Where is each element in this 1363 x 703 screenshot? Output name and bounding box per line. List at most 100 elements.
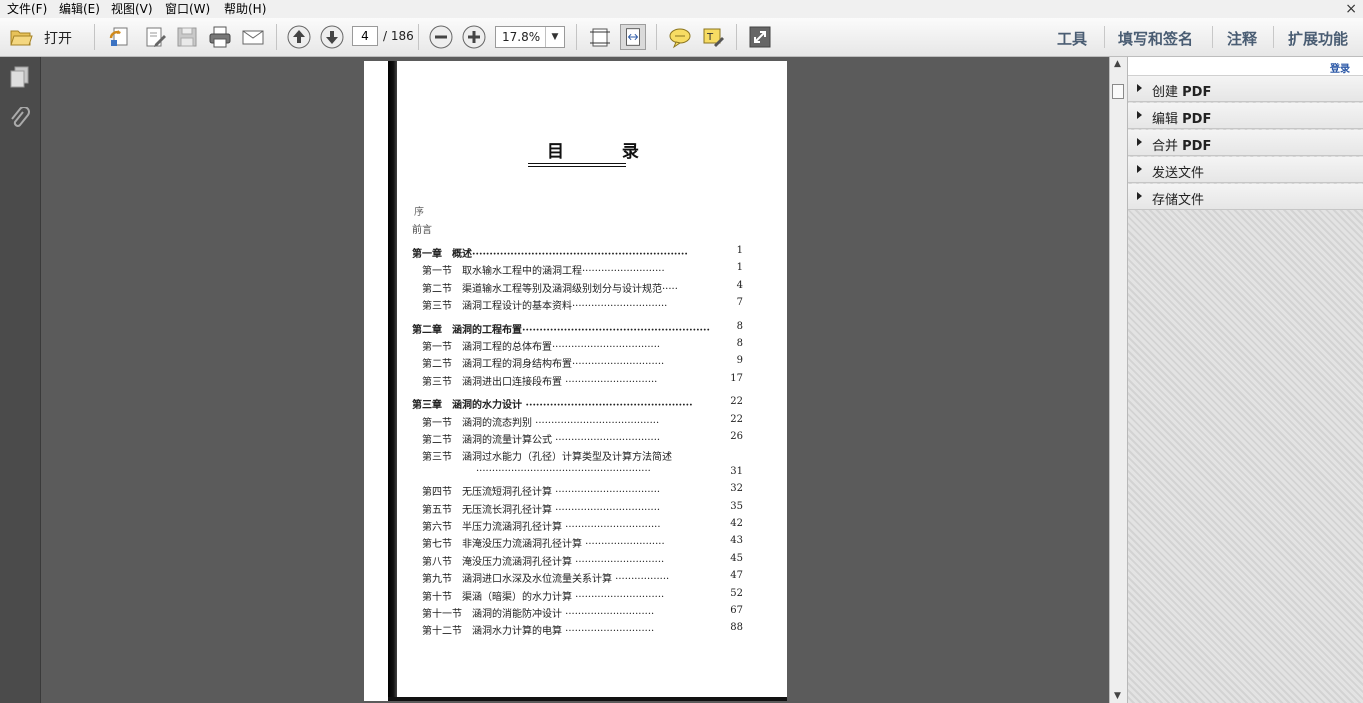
toolbar: 打开 4 / 186 17.8% ▼ T 工具 填写和签名 注释 扩展功能	[0, 18, 1363, 57]
create-pdf-icon[interactable]	[107, 24, 133, 50]
previous-page-icon[interactable]	[286, 24, 312, 50]
open-button-label[interactable]: 打开	[44, 28, 72, 48]
create-pdf-item[interactable]: 创建 PDF	[1128, 76, 1363, 102]
toc-section: 第五节 无压流长洞孔径计算 ··························…	[422, 504, 661, 516]
toc-section: ········································…	[476, 465, 651, 477]
toc-section: 第一节 涵洞工程的总体布置···························…	[422, 342, 661, 353]
comment-link[interactable]: 注释	[1227, 28, 1257, 49]
chevron-down-icon[interactable]: ▼	[545, 27, 564, 47]
toc-chapter: 第一章 概述··································…	[412, 249, 688, 260]
attachment-icon[interactable]	[8, 106, 32, 133]
scroll-thumb[interactable]	[1112, 84, 1124, 99]
fit-page-icon[interactable]	[587, 24, 613, 50]
toc-section: 第八节 淹没压力流涵洞孔径计算 ························…	[422, 556, 665, 568]
edit-pdf-item[interactable]: 编辑 PDF	[1128, 103, 1363, 129]
toc-section: 第二节 涵洞的流量计算公式 ··························…	[422, 435, 661, 446]
menu-window[interactable]: 窗口(W)	[165, 1, 210, 17]
zoom-select[interactable]: 17.8% ▼	[495, 26, 565, 48]
next-page-icon[interactable]	[319, 24, 345, 50]
zoom-out-icon[interactable]	[428, 24, 454, 50]
highlight-text-icon[interactable]: T	[700, 24, 726, 50]
toc-section: 第六节 半压力流涵洞孔径计算 ·························…	[422, 522, 661, 533]
open-folder-icon[interactable]	[8, 24, 34, 50]
document-viewport[interactable]: 目 录 序 前言 第一章 概述·························…	[41, 57, 1109, 703]
chevron-right-icon	[1137, 192, 1142, 200]
toc-section: 第三节 涵洞过水能力（孔径）计算类型及计算方法简述	[422, 452, 672, 464]
toc-chapter: 第三章 涵洞的水力设计 ····························…	[412, 400, 693, 412]
toc-section: 第四节 无压流短洞孔径计算 ··························…	[422, 487, 661, 499]
toc-page-number: 88	[730, 622, 743, 634]
toc-section: 第三节 涵洞进出口连接段布置 ·························…	[422, 376, 658, 388]
chevron-right-icon	[1137, 111, 1142, 119]
toc-page-number: 22	[730, 413, 743, 425]
page-number-input[interactable]	[352, 26, 378, 46]
extended-functions-link[interactable]: 扩展功能	[1288, 28, 1348, 49]
page-title: 目 录	[547, 142, 665, 162]
comment-icon[interactable]	[667, 24, 693, 50]
toc-section: 第二节 渠道输水工程等别及涵洞级别划分与设计规范·····	[422, 283, 678, 295]
menu-help[interactable]: 帮助(H)	[224, 1, 266, 17]
toc-page-number: 52	[730, 587, 743, 599]
send-file-item[interactable]: 发送文件	[1128, 157, 1363, 183]
toc-section: 第七节 非淹没压力流涵洞孔径计算 ·······················…	[422, 539, 665, 551]
toc-section: 第十节 渠涵（暗渠）的水力计算 ························…	[422, 591, 665, 603]
toc-page-number: 67	[730, 605, 743, 616]
chevron-right-icon	[1137, 165, 1142, 173]
edit-document-icon[interactable]	[142, 24, 168, 50]
pdf-page: 目 录 序 前言 第一章 概述·························…	[364, 61, 787, 701]
preface-line: 前言	[412, 225, 432, 236]
toc-page-number: 8	[736, 320, 743, 332]
print-icon[interactable]	[207, 24, 233, 50]
email-icon[interactable]	[240, 24, 266, 50]
menu-edit[interactable]: 编辑(E)	[59, 1, 100, 17]
toc-page-number: 17	[730, 372, 743, 384]
toc-page-number: 35	[730, 500, 743, 512]
toc-page-number: 7	[736, 297, 743, 309]
menu-view[interactable]: 视图(V)	[111, 1, 153, 17]
scroll-up-icon[interactable]: ▲	[1114, 59, 1121, 69]
chevron-right-icon	[1137, 138, 1142, 146]
toc-section: 第十二节 涵洞水力计算的电算 ·························…	[422, 626, 655, 638]
toc-page-number: 4	[736, 279, 743, 291]
toc-page-number: 9	[736, 355, 743, 367]
toc-page-number: 1	[736, 262, 743, 274]
toc-section: 第九节 涵洞进口水深及水位流量关系计算 ·················	[422, 574, 670, 586]
store-file-item[interactable]: 存储文件	[1128, 184, 1363, 210]
toc-section: 第三节 涵洞工程设计的基本资料·························…	[422, 301, 668, 313]
fit-width-icon[interactable]	[620, 24, 646, 50]
toc-page-number: 31	[730, 465, 743, 477]
save-icon[interactable]	[174, 24, 200, 50]
svg-text:T: T	[706, 32, 714, 43]
toc-section: 第十一节 涵洞的消能防冲设计 ·························…	[422, 609, 655, 620]
login-link[interactable]: 登录	[1330, 60, 1350, 75]
scroll-down-icon[interactable]: ▼	[1114, 691, 1121, 701]
fullscreen-icon[interactable]	[747, 24, 773, 50]
zoom-value: 17.8%	[502, 30, 541, 44]
toc-page-number: 8	[736, 338, 743, 349]
toc-page-number: 1	[736, 245, 743, 256]
toc-page-number: 26	[730, 431, 743, 442]
toc-chapter: 第二章 涵洞的工程布置·····························…	[412, 324, 710, 336]
merge-pdf-item[interactable]: 合并 PDF	[1128, 130, 1363, 156]
navigation-pane	[0, 57, 41, 703]
fill-sign-link[interactable]: 填写和签名	[1118, 28, 1193, 49]
chevron-right-icon	[1137, 84, 1142, 92]
tools-link[interactable]: 工具	[1057, 28, 1087, 49]
close-icon[interactable]: ×	[1345, 0, 1357, 18]
pages-icon[interactable]	[8, 65, 32, 91]
page-total: / 186	[383, 29, 414, 43]
tools-panel: 登录 创建 PDF 编辑 PDF 合并 PDF 发送文件 存储文件	[1127, 57, 1363, 703]
page-binding-shadow	[388, 61, 397, 701]
toc-page-number: 43	[730, 535, 743, 547]
zoom-in-icon[interactable]	[461, 24, 487, 50]
menu-bar: 文件(F) 编辑(E) 视图(V) 窗口(W) 帮助(H) ×	[0, 0, 1363, 19]
menu-file[interactable]: 文件(F)	[7, 1, 47, 17]
vertical-scrollbar[interactable]: ▲ ▼	[1109, 57, 1127, 703]
toc-page-number: 47	[730, 570, 743, 582]
toc-page-number: 32	[730, 483, 743, 495]
preface-line: 序	[414, 207, 424, 218]
toc-page-number: 22	[730, 396, 743, 408]
toc-page-number: 45	[730, 552, 743, 564]
toc-section: 第一节 涵洞的流态判别 ····························…	[422, 417, 660, 429]
toc-section: 第二节 涵洞工程的洞身结构布置·························…	[422, 359, 665, 371]
